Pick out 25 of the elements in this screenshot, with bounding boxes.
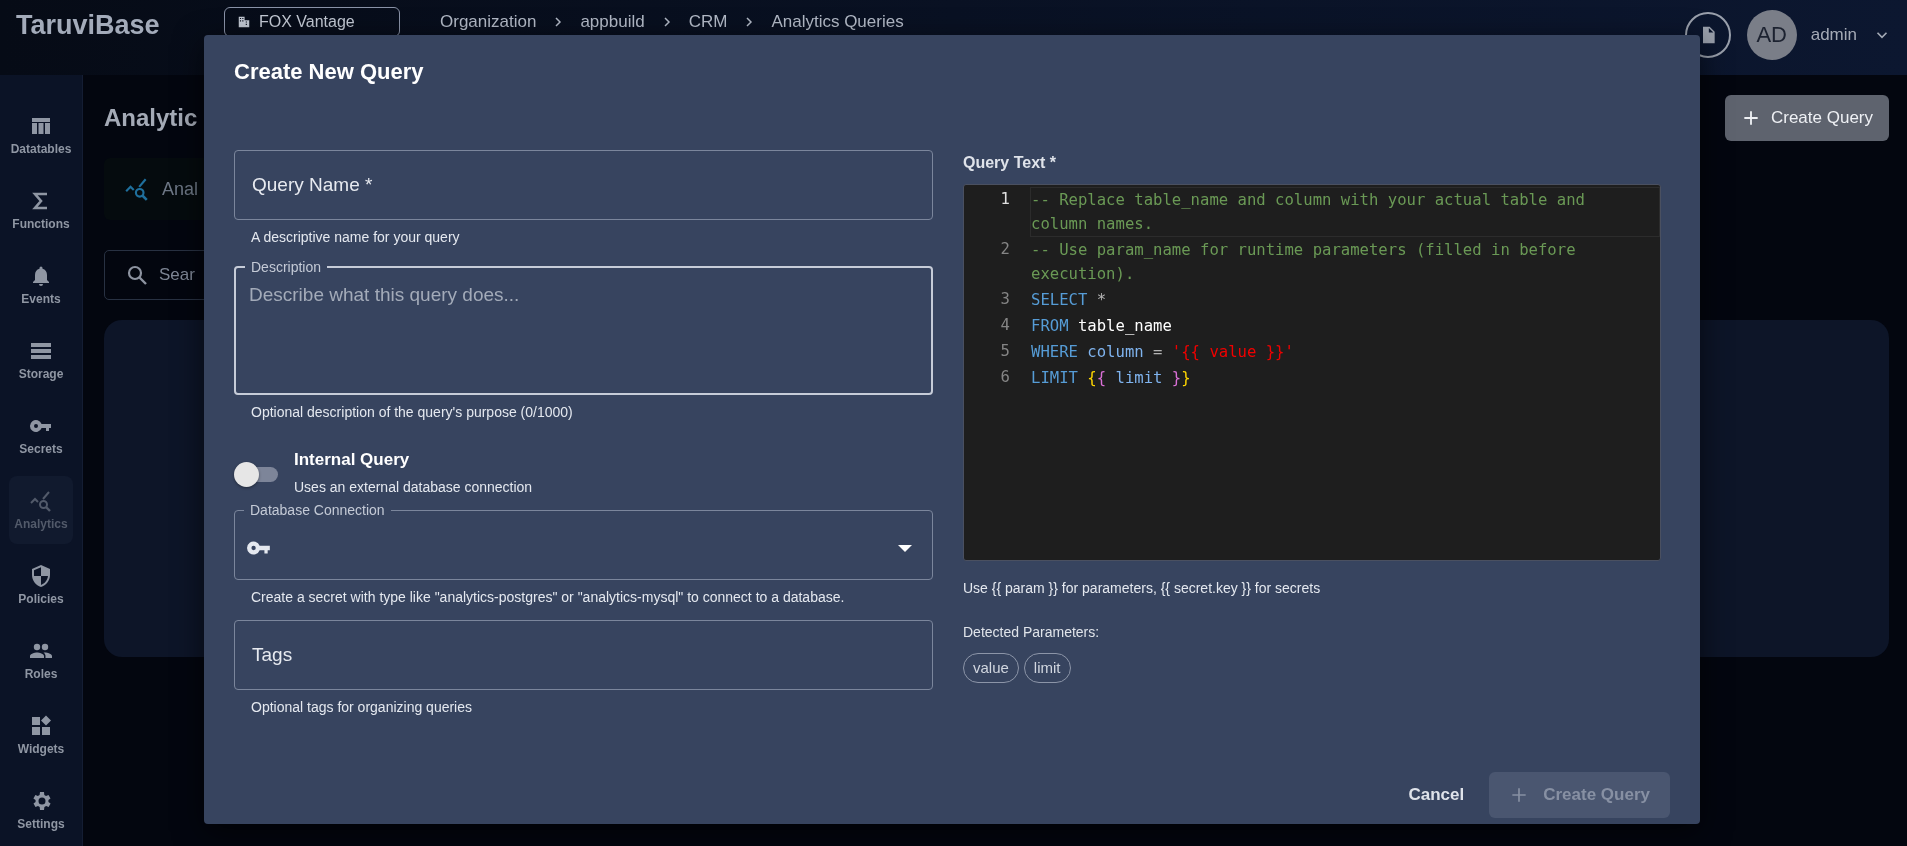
line-number: 1 (999, 189, 1011, 210)
field-label: Query Text * (963, 154, 1058, 173)
helper-text: A descriptive name for your query (250, 228, 461, 247)
field-label: Description (250, 258, 323, 276)
helper-text: Use {{ param }} for parameters, {{ secret.key }} for secrets (963, 579, 1322, 598)
field-label: Database Connection (249, 501, 386, 519)
helper-text: Optional tags for organizing queries (250, 698, 474, 717)
toggle-label: Internal Query (294, 449, 411, 471)
code-line: WHERE column = '{{ value }}' (1030, 342, 1295, 363)
dialog-title: Create New Query (234, 58, 425, 86)
line-number: 4 (999, 315, 1011, 336)
helper-text: Create a secret with type like "analytics-postgres" or "analytics-mysql" to connect to a database. (250, 588, 846, 607)
toggle-description: Uses an external database connection (294, 479, 533, 495)
code-line: -- Use param_name for runtime parameters (filled in before execution). (1030, 240, 1577, 285)
line-number: 5 (999, 341, 1011, 362)
line-number: 2 (999, 239, 1011, 260)
code-line: FROM table_name (1030, 316, 1173, 337)
parameters-label: Detected Parameters: (963, 624, 1101, 640)
app-logo: TaruviBase (16, 10, 161, 40)
helper-text: Optional description of the query's purpose (0/1000) (250, 403, 574, 422)
line-number: 3 (999, 289, 1011, 310)
line-number: 6 (999, 367, 1011, 388)
page-title: Analytic (104, 104, 198, 132)
code-line: SELECT * (1030, 290, 1108, 311)
code-line: LIMIT {{ limit }} (1030, 368, 1192, 389)
